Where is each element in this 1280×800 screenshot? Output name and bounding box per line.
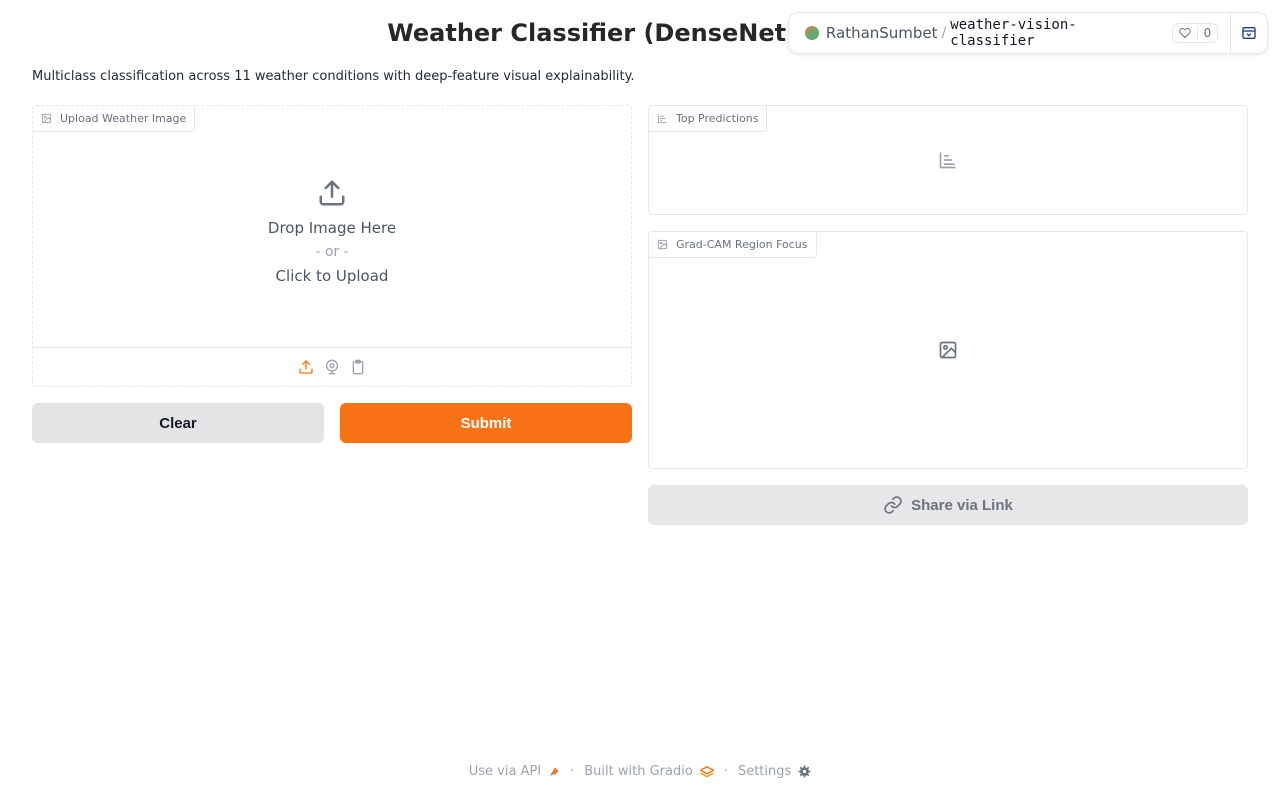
gradio-logo-icon: [699, 765, 714, 777]
collapse-badge-button[interactable]: [1231, 13, 1267, 53]
settings-link[interactable]: Settings: [738, 764, 811, 779]
link-icon: [884, 496, 902, 514]
page-description: Multiclass classification across 11 weat…: [32, 69, 635, 84]
gradcam-block: Grad-CAM Region Focus: [648, 231, 1248, 469]
or-separator-text: - or -: [315, 243, 349, 260]
upload-source-icon: [299, 360, 313, 374]
share-via-link-button[interactable]: Share via Link: [648, 485, 1248, 525]
heart-icon: [1178, 27, 1191, 39]
gradcam-empty: [649, 232, 1247, 468]
collapse-icon: [1242, 27, 1256, 39]
use-via-api-link[interactable]: Use via API: [469, 764, 560, 779]
use-via-api-text: Use via API: [468, 764, 542, 779]
like-button[interactable]: 0: [1171, 23, 1219, 43]
clear-button[interactable]: Clear: [32, 403, 324, 443]
image-dropzone[interactable]: Drop Image Here - or - Click to Upload: [33, 106, 631, 347]
upload-label-text: Upload Weather Image: [60, 112, 187, 125]
image-upload-block: Drop Image Here - or - Click to Upload U…: [32, 105, 632, 387]
owner-avatar: [805, 26, 819, 40]
top-predictions-block: Top Predictions: [648, 105, 1248, 215]
share-label: Share via Link: [911, 496, 1013, 514]
settings-text: Settings: [737, 764, 792, 779]
image-icon: [41, 113, 52, 124]
rocket-icon: [550, 767, 559, 776]
label-empty-icon: [939, 152, 956, 169]
webcam-icon: [326, 359, 338, 375]
source-clipboard-button[interactable]: [349, 358, 367, 376]
upload-icon: [319, 180, 345, 205]
footer: Use via API · Built with Gradio · Settin…: [0, 764, 1280, 779]
top-predictions-empty: [649, 106, 1247, 214]
space-repo-link[interactable]: weather-vision-classifier: [950, 17, 1159, 49]
drop-image-text: Drop Image Here: [267, 218, 397, 237]
source-upload-button[interactable]: [297, 358, 315, 376]
hf-space-badge: RathanSumbet / weather-vision-classifier…: [788, 12, 1268, 54]
upload-block-label: Upload Weather Image: [33, 106, 196, 132]
source-webcam-button[interactable]: [323, 358, 341, 376]
footer-separator: ·: [570, 764, 575, 779]
space-owner-link[interactable]: RathanSumbet: [826, 24, 938, 42]
like-count: 0: [1196, 26, 1211, 40]
clipboard-icon: [352, 359, 364, 375]
click-to-upload-text: Click to Upload: [275, 266, 389, 285]
source-selector: [33, 347, 631, 386]
image-placeholder-icon: [939, 341, 957, 359]
path-separator: /: [941, 25, 947, 41]
footer-separator: ·: [723, 764, 728, 779]
built-with-gradio-text: Built with Gradio: [584, 764, 693, 779]
gear-icon: [798, 765, 811, 778]
built-with-gradio-link[interactable]: Built with Gradio: [584, 764, 714, 779]
submit-button[interactable]: Submit: [340, 403, 632, 443]
